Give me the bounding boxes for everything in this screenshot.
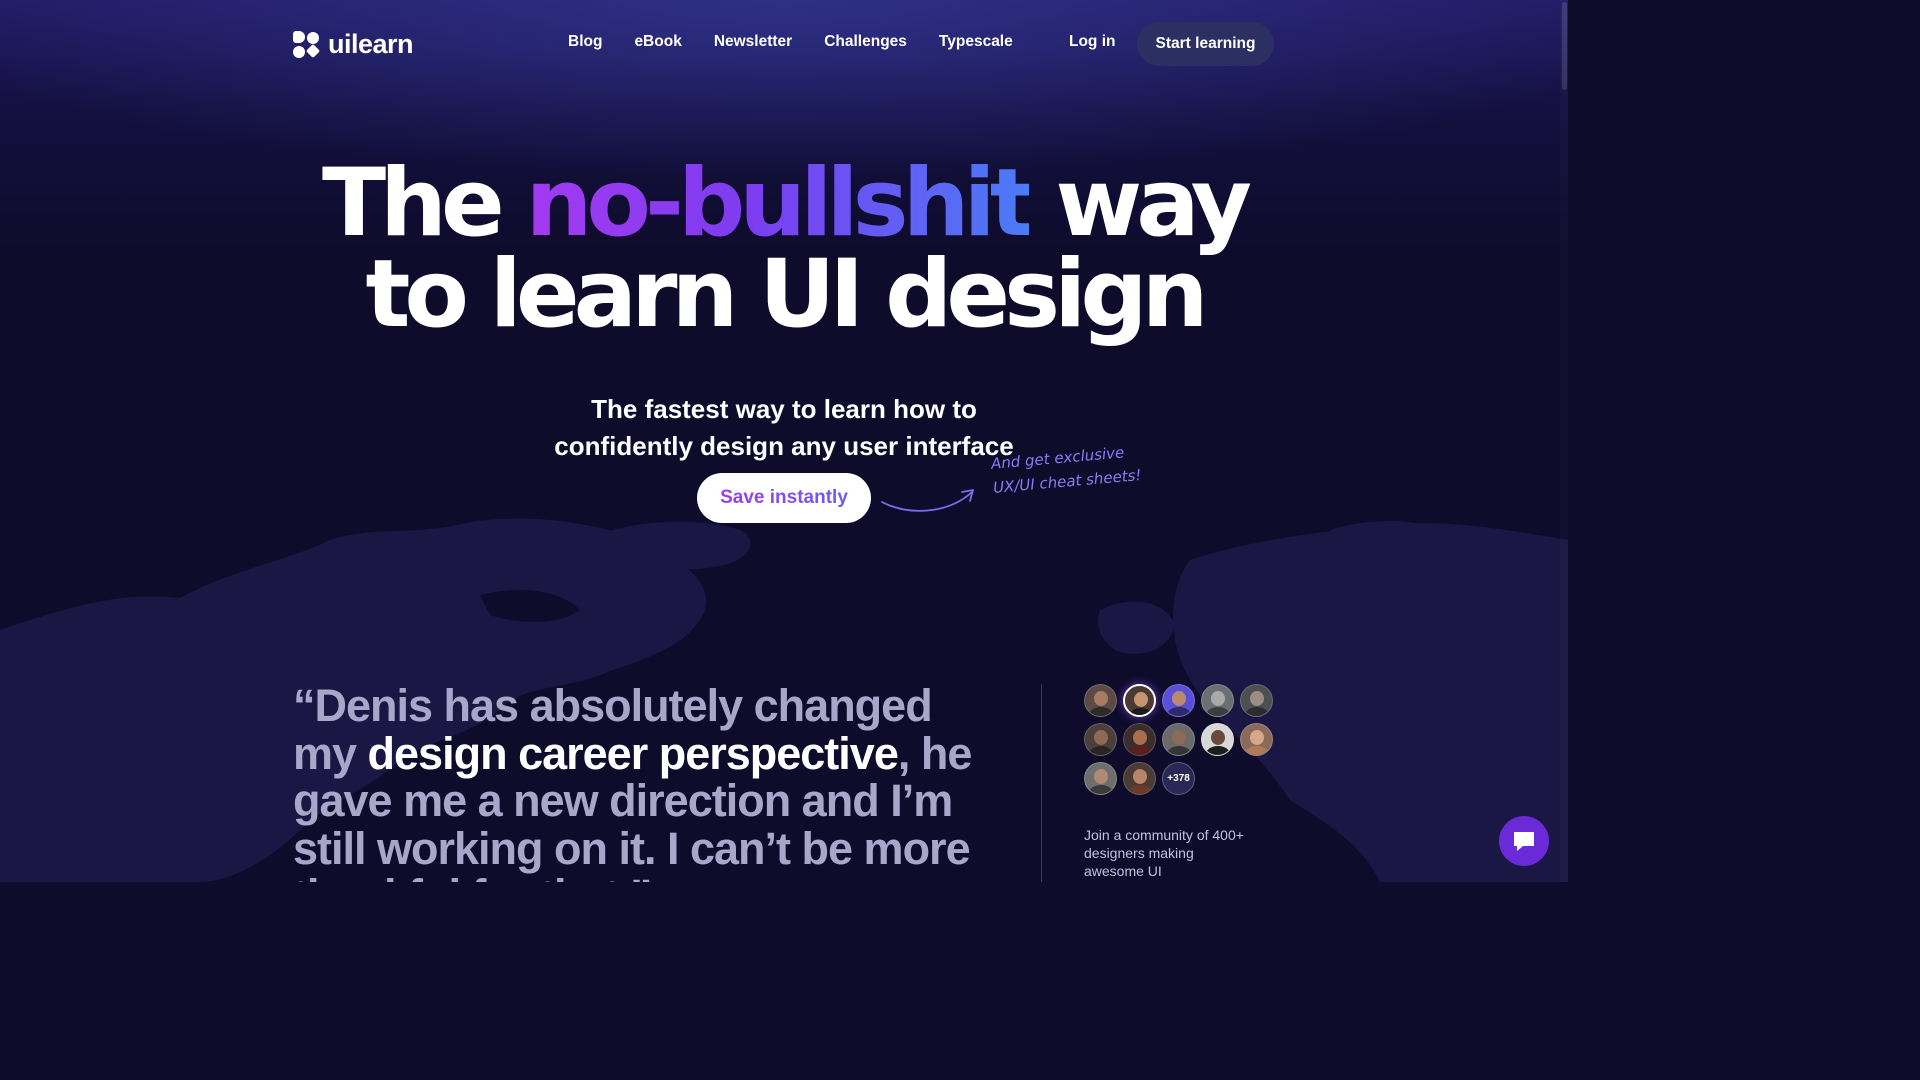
quote-highlight: design career perspective <box>367 727 899 779</box>
top-navigation: uilearn Blog eBook Newsletter Challenges… <box>0 0 1568 86</box>
avatar[interactable] <box>1123 762 1156 795</box>
avatar-active[interactable] <box>1123 684 1156 717</box>
avatar[interactable] <box>1240 684 1273 717</box>
avatar[interactable] <box>1201 684 1234 717</box>
hero-title-line-2: to learn UI design <box>365 240 1208 349</box>
save-instantly-button[interactable]: Save instantly <box>697 473 871 523</box>
avatar[interactable] <box>1201 723 1234 756</box>
logo[interactable]: uilearn <box>293 29 414 60</box>
logo-text: uilearn <box>328 29 414 59</box>
hero-title: The no-bullshit way to learn UI design <box>200 157 1368 349</box>
nav-link-ebook[interactable]: eBook <box>634 33 681 51</box>
nav-links: Blog eBook Newsletter Challenges Typesca… <box>568 33 1013 51</box>
avatar[interactable] <box>1162 723 1195 756</box>
page: uilearn Blog eBook Newsletter Challenges… <box>0 0 1568 882</box>
logo-icon <box>293 30 321 59</box>
avatar[interactable] <box>1123 723 1156 756</box>
nav-link-challenges[interactable]: Challenges <box>824 33 907 51</box>
hero-title-line-1: The no-bullshit way <box>200 157 1368 251</box>
chat-icon <box>1514 832 1534 851</box>
scrollbar-track[interactable] <box>1560 0 1568 882</box>
curved-arrow-icon <box>881 489 974 512</box>
save-instantly-label: Save instantly <box>720 487 848 508</box>
nav-link-blog[interactable]: Blog <box>568 33 602 51</box>
more-members-badge[interactable]: +378 <box>1162 762 1195 795</box>
testimonial-quote: “Denis has absolutely changed my design … <box>293 682 993 882</box>
nav-link-newsletter[interactable]: Newsletter <box>714 33 792 51</box>
avatar[interactable] <box>1084 723 1117 756</box>
start-learning-button[interactable]: Start learning <box>1137 22 1274 66</box>
avatar[interactable] <box>1084 762 1117 795</box>
chat-button[interactable] <box>1499 816 1549 866</box>
avatar[interactable] <box>1162 684 1195 717</box>
nav-link-typescale[interactable]: Typescale <box>939 33 1013 51</box>
vertical-divider <box>1041 684 1042 882</box>
community-text: Join a community of 400+ designers makin… <box>1084 827 1244 879</box>
login-link[interactable]: Log in <box>1069 33 1116 51</box>
avatar[interactable] <box>1240 723 1273 756</box>
hero-subtitle-line-1: The fastest way to learn how to <box>591 394 977 424</box>
avatar[interactable] <box>1084 684 1117 717</box>
